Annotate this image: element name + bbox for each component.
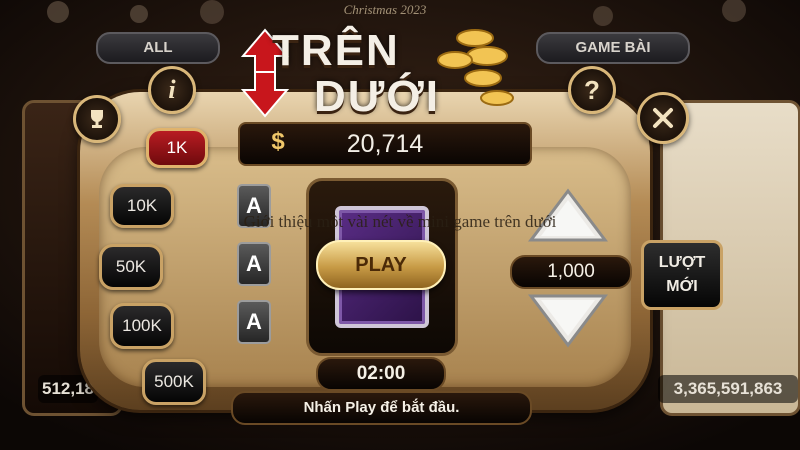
close-button[interactable] xyxy=(637,92,689,144)
chip-500k[interactable]: 500K xyxy=(142,359,206,405)
tab-game-bai[interactable]: GAME BÀI xyxy=(536,32,690,64)
tab-all[interactable]: ALL xyxy=(96,32,220,64)
overlay-caption: Giới thiệu một vài nét về mini game trên… xyxy=(243,212,557,231)
close-icon xyxy=(653,108,673,128)
info-icon: i xyxy=(168,75,176,104)
chip-100k[interactable]: 100K xyxy=(110,303,174,349)
info-button[interactable]: i xyxy=(148,66,196,114)
title-duoi: DƯỚI xyxy=(314,72,441,121)
play-button[interactable]: PLAY xyxy=(316,240,446,290)
chip-50k[interactable]: 50K xyxy=(99,244,163,290)
dollar-icon: $ xyxy=(271,128,285,155)
new-round-button[interactable]: LƯỢT MỚI xyxy=(641,240,723,310)
lower-button[interactable] xyxy=(527,292,609,348)
right-panel-value: 3,365,591,863 xyxy=(658,375,798,403)
christmas-banner: Christmas 2023 xyxy=(343,2,427,17)
trophy-icon xyxy=(91,110,103,128)
help-button[interactable]: ? xyxy=(568,66,616,114)
status-message: Nhấn Play để bắt đầu. xyxy=(231,391,532,425)
chip-1k[interactable]: 1K xyxy=(146,128,208,168)
balance-amount: 20,714 xyxy=(346,130,424,158)
title-tren: TRÊN xyxy=(272,26,400,75)
bet-amount: 1,000 xyxy=(510,255,632,289)
countdown-timer: 02:00 xyxy=(316,357,446,391)
new-round-line2: MỚI xyxy=(666,278,698,295)
help-icon: ? xyxy=(584,74,600,105)
trophy-button[interactable] xyxy=(73,95,121,143)
new-round-line1: LƯỢT xyxy=(658,254,706,271)
gold-coins-icon xyxy=(437,29,514,106)
card-ace-2: A xyxy=(237,242,271,286)
card-ace-3: A xyxy=(237,300,271,344)
